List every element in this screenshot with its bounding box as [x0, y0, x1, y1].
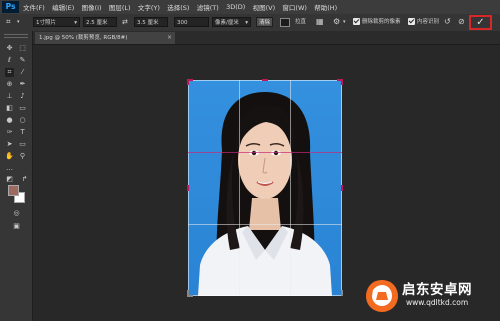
watermark-text: 启东安卓网 — [402, 282, 472, 298]
ratio-preset-select[interactable]: 1寸照片 ▾ — [33, 17, 80, 27]
menu-3d[interactable]: 3D(D) — [226, 3, 245, 11]
hand-tool-icon[interactable]: ✋ — [5, 152, 14, 161]
crop-grid-line — [290, 80, 291, 296]
menu-window[interactable]: 窗口(W) — [282, 2, 307, 12]
crop-grid-line — [188, 152, 342, 153]
content-aware-label: 内容识别 — [417, 19, 440, 25]
chevron-down-icon[interactable]: ▾ — [17, 17, 20, 27]
crop-handle-left[interactable] — [187, 185, 189, 191]
crop-tool-icon[interactable]: ⌗ — [6, 17, 11, 27]
lasso-tool-icon[interactable]: ℓ — [5, 56, 14, 65]
healing-tool-icon[interactable]: ⊕ — [5, 80, 14, 89]
menu-image[interactable]: 图像(I) — [82, 2, 102, 12]
crop-box[interactable] — [188, 80, 342, 296]
menu-help[interactable]: 帮助(H) — [314, 2, 337, 12]
document-tab-title: 1.jpg @ 50% (裁剪预览, RGB/8#) — [39, 35, 128, 41]
marquee-tool-icon[interactable]: ⬚ — [18, 44, 27, 53]
watermark-logo-icon — [366, 280, 398, 312]
crop-handle-top-right[interactable] — [341, 79, 343, 85]
chevron-down-icon: ▾ — [74, 20, 77, 26]
straighten-label: 拉直 — [295, 19, 307, 25]
menu-bar: Ps 文件(F) 编辑(E) 图像(I) 图层(L) 文字(Y) 选择(S) 滤… — [0, 0, 500, 14]
path-select-tool-icon[interactable]: ➤ — [5, 140, 14, 149]
gradient-tool-icon[interactable]: ▭ — [18, 104, 27, 113]
cancel-icon[interactable]: ⊘ — [458, 17, 465, 27]
default-colors-icon[interactable]: ◩ — [5, 175, 14, 184]
height-field[interactable]: 3.5 厘米 — [134, 17, 168, 27]
menu-filter[interactable]: 滤镜(T) — [197, 2, 219, 12]
close-icon[interactable]: × — [167, 32, 172, 44]
screen-mode-icon[interactable]: ▣ — [12, 222, 21, 231]
eyedropper-tool-icon[interactable]: ⁄ — [18, 68, 27, 77]
menu-edit[interactable]: 编辑(E) — [52, 2, 74, 12]
quick-mask-icon[interactable]: ◎ — [12, 209, 21, 218]
tools-panel: ✥ ⬚ ℓ ✎ ⌗ ⁄ ⊕ ✒ ⊥ ♪ ◧ ▭ ● ○ ✑ T ➤ ▭ ✋ ⚲ … — [0, 31, 33, 321]
crop-handle-top[interactable] — [262, 79, 268, 81]
quick-select-tool-icon[interactable]: ✎ — [18, 56, 27, 65]
straighten-icon[interactable] — [280, 18, 290, 27]
delete-cropped-label: 删除裁剪的像素 — [362, 19, 401, 25]
pen-tool-icon[interactable]: ✑ — [5, 128, 14, 137]
width-field[interactable]: 2.5 厘米 — [83, 17, 117, 27]
checkmark-icon: ✓ — [476, 17, 485, 28]
resolution-unit-value: 像素/厘米 — [215, 20, 239, 26]
menu-select[interactable]: 选择(S) — [167, 2, 189, 12]
blur-tool-icon[interactable]: ● — [5, 116, 14, 125]
document-tab-bar: 1.jpg @ 50% (裁剪预览, RGB/8#) × — [33, 31, 500, 45]
more-tools-icon[interactable]: … — [5, 164, 14, 173]
dodge-tool-icon[interactable]: ○ — [18, 116, 27, 125]
menu-file[interactable]: 文件(F) — [23, 2, 45, 12]
reset-icon[interactable]: ↺ — [444, 17, 451, 27]
shape-tool-icon[interactable]: ▭ — [18, 140, 27, 149]
foreground-color-swatch[interactable] — [8, 185, 19, 196]
panel-grip[interactable] — [4, 34, 28, 38]
content-aware-checkbox[interactable] — [408, 18, 415, 25]
options-bar: ⌗ ▾ 1寸照片 ▾ 2.5 厘米 ⇄ 3.5 厘米 300 像素/厘米 ▾ 清… — [0, 14, 500, 32]
type-tool-icon[interactable]: T — [18, 128, 27, 137]
clone-stamp-tool-icon[interactable]: ⊥ — [5, 92, 14, 101]
eraser-tool-icon[interactable]: ◧ — [5, 104, 14, 113]
chevron-down-icon: ▾ — [245, 20, 248, 26]
crop-handle-bottom-right[interactable] — [341, 290, 343, 296]
commit-crop-button[interactable]: ✓ — [469, 15, 492, 30]
crop-grid-line — [239, 80, 240, 296]
menu-type[interactable]: 文字(Y) — [138, 2, 160, 12]
gear-icon[interactable]: ⚙ — [333, 17, 340, 27]
crop-handle-top-left[interactable] — [187, 79, 189, 85]
swap-colors-icon[interactable]: ↱ — [20, 175, 29, 184]
document-tab[interactable]: 1.jpg @ 50% (裁剪预览, RGB/8#) × — [35, 32, 175, 44]
site-watermark: 启东安卓网 www.qdltkd.com — [362, 276, 500, 318]
resolution-unit-select[interactable]: 像素/厘米 ▾ — [212, 17, 251, 27]
menu-view[interactable]: 视图(V) — [253, 2, 276, 12]
ratio-preset-value: 1寸照片 — [36, 20, 56, 26]
watermark-url: www.qdltkd.com — [406, 298, 469, 307]
move-tool-icon[interactable]: ✥ — [5, 44, 14, 53]
brush-tool-icon[interactable]: ✒ — [18, 80, 27, 89]
crop-tool-icon[interactable]: ⌗ — [5, 68, 14, 77]
history-brush-tool-icon[interactable]: ♪ — [18, 92, 27, 101]
menu-layer[interactable]: 图层(L) — [109, 2, 131, 12]
resolution-field[interactable]: 300 — [174, 17, 209, 27]
grid-overlay-icon[interactable]: ▦ — [316, 17, 324, 27]
crop-grid-line — [188, 224, 342, 225]
delete-cropped-checkbox[interactable] — [353, 18, 360, 25]
crop-handle-right[interactable] — [341, 185, 343, 191]
clear-button[interactable]: 清除 — [256, 17, 273, 27]
zoom-tool-icon[interactable]: ⚲ — [18, 152, 27, 161]
crop-handle-bottom-left[interactable] — [187, 295, 193, 297]
photoshop-logo: Ps — [2, 1, 19, 13]
chevron-down-icon[interactable]: ▾ — [343, 17, 346, 27]
swap-icon[interactable]: ⇄ — [122, 17, 128, 27]
